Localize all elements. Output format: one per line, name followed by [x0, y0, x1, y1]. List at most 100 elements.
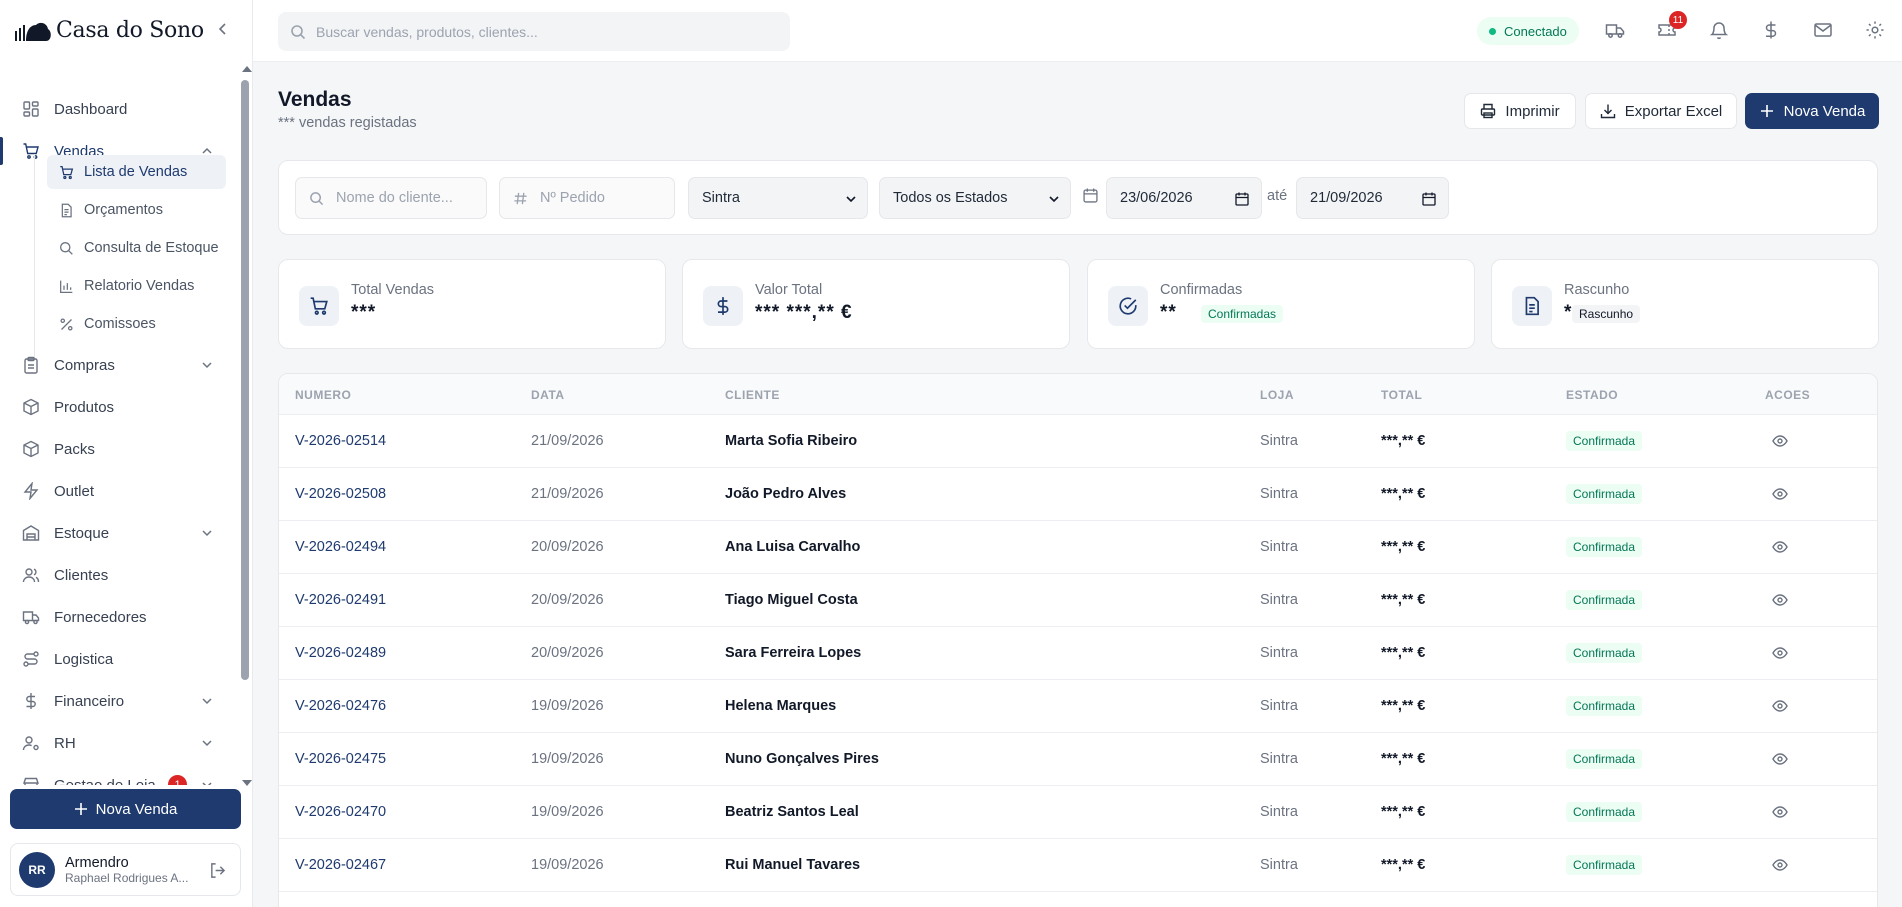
sidebar-item-financeiro[interactable]: Financeiro: [10, 683, 230, 719]
scroll-down-arrow-icon[interactable]: [242, 780, 252, 786]
sale-number-link[interactable]: V-2026-02491: [295, 592, 386, 608]
sale-date: 21/09/2026: [531, 433, 604, 449]
view-eye-icon[interactable]: [1772, 433, 1788, 449]
dashboard-icon: [23, 101, 39, 117]
sidebar-item-gestao-de-loja[interactable]: Gestao de Loja 1: [10, 767, 230, 785]
view-eye-icon[interactable]: [1772, 698, 1788, 714]
page-title: Vendas: [278, 88, 352, 111]
export-excel-button[interactable]: Exportar Excel: [1585, 93, 1737, 129]
brand-logo[interactable]: Casa do Sono: [14, 18, 204, 43]
sidebar-item-rh[interactable]: RH: [10, 725, 230, 761]
sale-number-link[interactable]: V-2026-02470: [295, 804, 386, 820]
view-eye-icon[interactable]: [1772, 486, 1788, 502]
order-number-input[interactable]: Nº Pedido: [499, 177, 675, 219]
sidebar-subitem-relatorio-vendas[interactable]: Relatorio Vendas: [47, 269, 226, 303]
sidebar-item-outlet[interactable]: Outlet: [10, 473, 230, 509]
table-row[interactable]: V-2026-02489 20/09/2026 Sara Ferreira Lope…: [279, 627, 1877, 680]
user-subtitle: Raphael Rodrigues A...: [65, 870, 189, 885]
sale-number-link[interactable]: V-2026-02475: [295, 751, 386, 767]
cart-icon: [23, 143, 39, 159]
sidebar-subitem-lista-de-vendas[interactable]: Lista de Vendas: [47, 155, 226, 189]
sidebar-item-label: Gestao de Loja: [54, 776, 156, 786]
mail-icon[interactable]: [1813, 20, 1833, 40]
client-name: Sara Ferreira Lopes: [725, 645, 862, 661]
new-sale-button[interactable]: Nova Venda: [1745, 93, 1879, 129]
table-row[interactable]: V-2026-02476 19/09/2026 Helena Marques Sint…: [279, 680, 1877, 733]
status-badge: Rascunho: [1572, 305, 1641, 323]
view-eye-icon[interactable]: [1772, 539, 1788, 555]
truck-icon[interactable]: [1605, 20, 1625, 40]
table-row[interactable]: V-2026-02491 20/09/2026 Tiago Miguel Costa…: [279, 574, 1877, 627]
sidebar-subitem-consulta-de-estoque[interactable]: Consulta de Estoque: [47, 231, 226, 265]
state-select[interactable]: Todos os Estados: [879, 177, 1071, 219]
sale-number-link[interactable]: V-2026-02508: [295, 486, 386, 502]
sale-date: 19/09/2026: [531, 857, 604, 873]
sidebar-item-label: Financeiro: [54, 692, 125, 710]
sidebar-item-produtos[interactable]: Produtos: [10, 389, 230, 425]
sidebar-nav: Dashboard Vendas Lista de Vendas Orçamen…: [0, 70, 240, 785]
sidebar-item-packs[interactable]: Packs: [10, 431, 230, 467]
table-row[interactable]: V-2026-02467 19/09/2026 Rui Manuel Tavares…: [279, 839, 1877, 892]
sale-total: ***,** €: [1381, 539, 1426, 555]
sidebar-item-logistica[interactable]: Logistica: [10, 641, 230, 677]
view-eye-icon[interactable]: [1772, 592, 1788, 608]
table-row[interactable]: V-2026-02475 19/09/2026 Nuno Gonçalves Pir…: [279, 733, 1877, 786]
status-badge: Confirmada: [1566, 590, 1643, 610]
sidebar-item-clientes[interactable]: Clientes: [10, 557, 230, 593]
user-card[interactable]: RR Armendro Raphael Rodrigues A...: [10, 843, 241, 896]
gear-icon[interactable]: [1865, 20, 1885, 40]
sidebar-item-dashboard[interactable]: Dashboard: [10, 91, 230, 127]
sale-number-link[interactable]: V-2026-02514: [295, 433, 386, 449]
stat-card-valor-total: Valor Total *** ***,** €: [682, 259, 1070, 349]
view-eye-icon[interactable]: [1772, 804, 1788, 820]
column-header-cliente[interactable]: CLIENTE: [725, 388, 780, 402]
view-eye-icon[interactable]: [1772, 645, 1788, 661]
column-header-estado[interactable]: ESTADO: [1566, 388, 1618, 402]
scroll-up-arrow-icon[interactable]: [242, 66, 252, 72]
sidebar-subitem-label: Orçamentos: [84, 202, 163, 218]
logout-icon[interactable]: [209, 862, 226, 879]
table-row[interactable]: V-2026-02514 21/09/2026 Marta Sofia Ribeir…: [279, 415, 1877, 468]
sidebar-item-estoque[interactable]: Estoque: [10, 515, 230, 551]
view-eye-icon[interactable]: [1772, 751, 1788, 767]
date-to-value: 21/09/2026: [1310, 190, 1383, 206]
global-search[interactable]: [278, 12, 790, 51]
table-row[interactable]: V-2026-02494 20/09/2026 Ana Luisa Carvalho…: [279, 521, 1877, 574]
sale-number-link[interactable]: V-2026-02467: [295, 857, 386, 873]
sidebar-scrollbar[interactable]: [240, 64, 252, 788]
collapse-sidebar-icon[interactable]: [216, 22, 230, 36]
date-from-input[interactable]: 23/06/2026: [1106, 177, 1262, 219]
table-row[interactable]: V-2026-02508 21/09/2026 João Pedro Alves Si…: [279, 468, 1877, 521]
bell-icon[interactable]: [1709, 20, 1729, 40]
sale-number-link[interactable]: V-2026-02494: [295, 539, 386, 555]
sidebar-item-compras[interactable]: Compras: [10, 347, 230, 383]
sidebar-item-fornecedores[interactable]: Fornecedores: [10, 599, 230, 635]
column-header-data[interactable]: DATA: [531, 388, 565, 402]
chevron-down-icon: [1049, 196, 1059, 203]
date-to-input[interactable]: 21/09/2026: [1296, 177, 1449, 219]
sidebar: Casa do Sono Dashboard Vendas Lista de V…: [0, 0, 253, 907]
sidebar-subitem-comissoes[interactable]: Comissoes: [47, 307, 226, 341]
sidebar-item-label: Fornecedores: [54, 608, 147, 626]
dollar-icon: [703, 286, 743, 326]
truck-icon: [22, 611, 40, 625]
view-eye-icon[interactable]: [1772, 857, 1788, 873]
scroll-thumb[interactable]: [241, 80, 249, 680]
print-button[interactable]: Imprimir: [1464, 93, 1576, 129]
package-icon: [23, 398, 39, 416]
sale-number-link[interactable]: V-2026-02476: [295, 698, 386, 714]
column-header-numero[interactable]: NUMERO: [295, 388, 351, 402]
date-range-separator: até: [1267, 188, 1288, 204]
client-filter-input[interactable]: Nome do cliente...: [295, 177, 487, 219]
store-name: Sintra: [1260, 804, 1298, 820]
sale-number-link[interactable]: V-2026-02489: [295, 645, 386, 661]
dollar-icon[interactable]: [1761, 20, 1781, 40]
search-input[interactable]: [316, 23, 776, 40]
sidebar-subitem-orcamentos[interactable]: Orçamentos: [47, 193, 226, 227]
store-select[interactable]: Sintra: [688, 177, 868, 219]
filter-bar: Nome do cliente... Nº Pedido Sintra Todo…: [278, 160, 1878, 235]
column-header-loja[interactable]: LOJA: [1260, 388, 1294, 402]
sidebar-new-sale-button[interactable]: Nova Venda: [10, 789, 241, 829]
column-header-total[interactable]: TOTAL: [1381, 388, 1422, 402]
table-row[interactable]: V-2026-02470 19/09/2026 Beatriz Santos Lea…: [279, 786, 1877, 839]
